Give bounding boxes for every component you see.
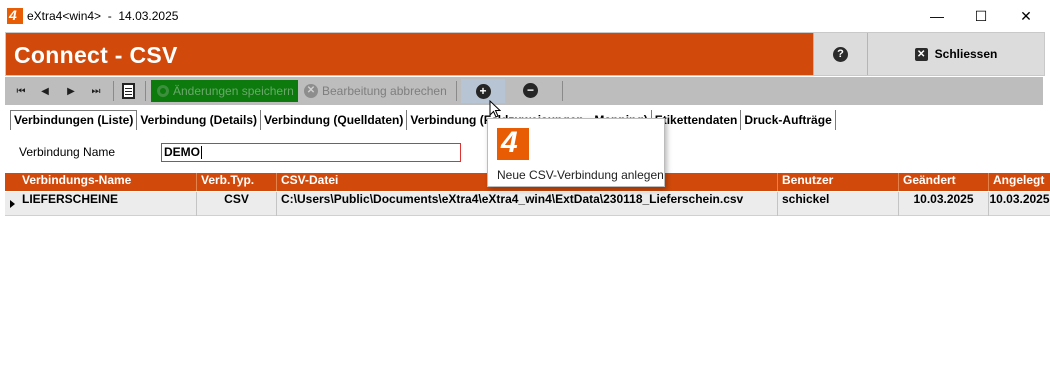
mouse-cursor-icon [489, 100, 501, 118]
gear-icon [157, 85, 169, 97]
toolbar: ⏮ ◀ ▶ ⏭ Änderungen speichern ✕ Bearbeitu… [5, 77, 1043, 105]
row-pointer-icon [10, 200, 15, 208]
app-logo-icon: 4 [497, 126, 529, 160]
document-list-icon[interactable] [122, 83, 135, 99]
minimize-icon: — [930, 8, 944, 24]
add-connection-tooltip: 4 Neue CSV-Verbindung anlegen [487, 118, 665, 187]
tab-bar: Verbindungen (Liste) Verbindung (Details… [10, 110, 836, 130]
column-header[interactable]: Geändert [898, 173, 988, 191]
cancel-icon: ✕ [304, 84, 318, 98]
tab-label-data[interactable]: Etikettendaten [652, 110, 742, 130]
close-module-button[interactable]: ✕ Schliessen [867, 33, 1044, 75]
table-row[interactable]: LIEFERSCHEINE CSV C:\Users\Public\Docume… [5, 192, 1050, 216]
app-logo-icon: 4 [7, 7, 23, 24]
toolbar-divider [145, 81, 146, 101]
column-header[interactable]: Benutzer [777, 173, 898, 191]
next-record-icon[interactable]: ▶ [62, 82, 80, 100]
close-square-icon: ✕ [914, 47, 928, 61]
window-titlebar: 4 eXtra4<win4> - 14.03.2025 — ☐ ✕ [0, 0, 1050, 32]
help-button[interactable]: ? [813, 33, 867, 75]
minus-icon: − [523, 83, 538, 98]
column-header[interactable]: Verbindungs-Name [18, 173, 196, 191]
table-cell[interactable]: C:\Users\Public\Documents\eXtra4\eXtra4_… [276, 192, 777, 216]
cancel-edit-button[interactable]: ✕ Bearbeitung abbrechen [304, 80, 447, 102]
tooltip-text: Neue CSV-Verbindung anlegen [497, 168, 664, 182]
connection-name-input[interactable]: DEMO [161, 143, 461, 162]
save-changes-button[interactable]: Änderungen speichern [151, 80, 298, 102]
close-module-label: Schliessen [934, 47, 998, 61]
help-icon: ? [833, 46, 848, 62]
close-icon: ✕ [1020, 7, 1032, 24]
tab-connection-details[interactable]: Verbindung (Details) [137, 110, 262, 130]
table-cell[interactable]: LIEFERSCHEINE [18, 192, 196, 216]
first-record-icon[interactable]: ⏮ [12, 82, 30, 100]
page-title: Connect - CSV [14, 42, 178, 68]
toolbar-divider [562, 81, 563, 101]
table-cell[interactable]: 10.03.2025 [988, 192, 1050, 216]
table-cell[interactable]: schickel [777, 192, 898, 216]
window-title: eXtra4<win4> - 14.03.2025 [27, 9, 179, 23]
tab-connections-list[interactable]: Verbindungen (Liste) [10, 110, 138, 130]
page-header: Connect - CSV ? ✕ Schliessen [5, 32, 1045, 76]
window-close-button[interactable]: ✕ [1003, 0, 1049, 32]
plus-icon: + [475, 83, 491, 99]
tab-print-jobs[interactable]: Druck-Aufträge [741, 110, 836, 130]
toolbar-divider [456, 81, 457, 101]
table-cell[interactable]: CSV [196, 192, 276, 216]
connections-table: Verbindungs-Name Verb.Typ. CSV-Datei Ben… [5, 173, 1050, 377]
tab-connection-source-data[interactable]: Verbindung (Quelldaten) [261, 110, 408, 130]
table-cell[interactable]: 10.03.2025 [898, 192, 988, 216]
prev-record-icon[interactable]: ◀ [36, 82, 54, 100]
last-record-icon[interactable]: ⏭ [87, 82, 105, 100]
maximize-button[interactable]: ☐ [958, 0, 1004, 32]
connection-name-value: DEMO [164, 145, 200, 159]
maximize-icon: ☐ [974, 7, 988, 24]
save-changes-label: Änderungen speichern [173, 84, 294, 98]
connection-name-label: Verbindung Name [19, 145, 116, 159]
column-header[interactable]: Verb.Typ. [196, 173, 276, 191]
cancel-edit-label: Bearbeitung abbrechen [322, 84, 447, 98]
toolbar-divider [113, 81, 114, 101]
text-caret [201, 146, 202, 160]
minimize-button[interactable]: — [914, 0, 960, 32]
column-header[interactable]: Angelegt [988, 173, 1050, 191]
remove-connection-button[interactable]: − [523, 83, 538, 98]
